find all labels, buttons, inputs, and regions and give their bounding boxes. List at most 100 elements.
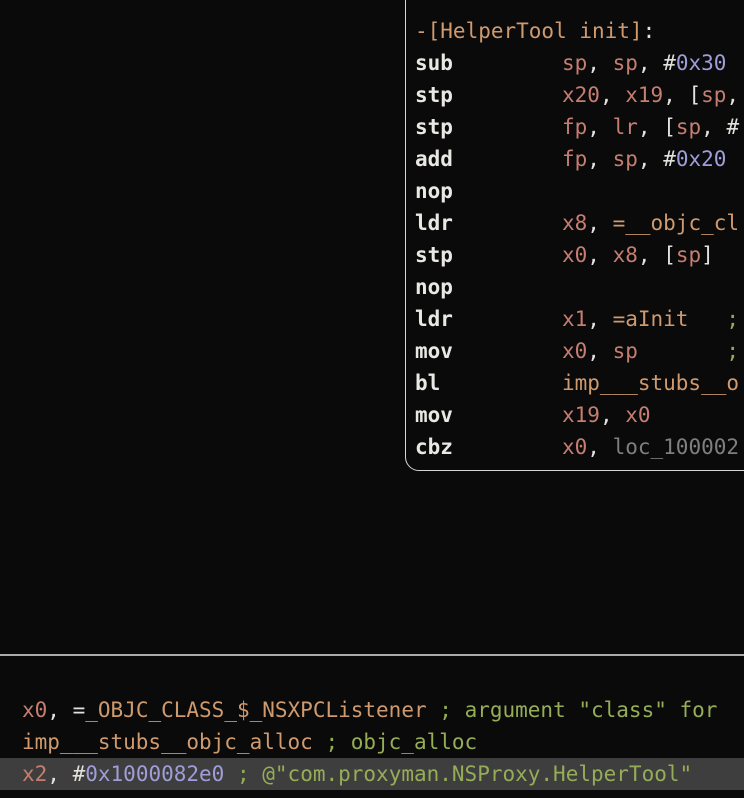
mnemonic: add xyxy=(415,143,562,175)
mnemonic: nop xyxy=(415,271,562,303)
token-pun: , xyxy=(587,435,612,459)
token-reg: x2 xyxy=(22,762,47,786)
token-reg: sp xyxy=(613,339,638,363)
asm-line[interactable]: blimp___stubs__o xyxy=(415,367,739,399)
token-pun: , xyxy=(701,115,726,139)
panel-code-listing: -[HelperTool init]:subsp, sp, #0x30stpx2… xyxy=(415,15,739,463)
token-sym: imp___stubs__o xyxy=(562,371,739,395)
token-sym: imp___stubs__objc_alloc xyxy=(22,730,313,754)
token-reg: lr xyxy=(613,115,638,139)
asm-line[interactable]: x0, =_OBJC_CLASS_$_NSXPCListener ; argum… xyxy=(0,694,744,726)
asm-line[interactable]: ldrx1, =aInit ; xyxy=(415,303,739,335)
asm-line[interactable]: nop xyxy=(415,271,739,303)
token-sym: _OBJC_CLASS_$_NSXPCListener xyxy=(85,698,426,722)
main-disassembly-view: x0, =_OBJC_CLASS_$_NSXPCListener ; argum… xyxy=(0,694,744,790)
asm-line[interactable]: stpx0, x8, [sp] xyxy=(415,239,739,271)
token-pun: [ xyxy=(688,83,701,107)
token-pun: , xyxy=(600,403,625,427)
token-pun: : xyxy=(643,19,656,43)
token-reg: sp xyxy=(562,51,587,75)
asm-line[interactable]: stpx20, x19, [sp, xyxy=(415,79,739,111)
token-reg: x20 xyxy=(562,83,600,107)
token-pun: # xyxy=(726,115,739,139)
token-pun: , xyxy=(638,243,663,267)
operands: x0, x8, [sp] xyxy=(562,243,714,267)
token-imm: 0x30 xyxy=(676,51,727,75)
mnemonic: ldr xyxy=(415,303,562,335)
operands: fp, lr, [sp, # xyxy=(562,115,739,139)
token-pun: , xyxy=(587,307,612,331)
token-pun xyxy=(638,339,727,363)
method-label: x0, =_OBJC_CLASS_$_NSXPCListener ; argum… xyxy=(22,698,717,722)
token-pun: ] xyxy=(701,243,714,267)
token-reg: x0 xyxy=(562,435,587,459)
asm-line-selected[interactable]: x2, #0x1000082e0 ; @"com.proxyman.NSProx… xyxy=(0,758,744,790)
token-pun: , xyxy=(47,762,72,786)
method-label: x2, #0x1000082e0 ; @"com.proxyman.NSProx… xyxy=(22,762,692,786)
token-com: ; @"com.proxyman.NSProxy.HelperTool" xyxy=(237,762,692,786)
token-reg: x0 xyxy=(562,243,587,267)
token-reg: x8 xyxy=(613,243,638,267)
asm-line[interactable]: stpfp, lr, [sp, # xyxy=(415,111,739,143)
token-loc: loc_100002 xyxy=(613,435,739,459)
token-pun: , xyxy=(47,698,72,722)
asm-line[interactable]: -[HelperTool init]: xyxy=(415,15,739,47)
mnemonic: stp xyxy=(415,79,562,111)
token-pun xyxy=(313,730,326,754)
token-reg: fp xyxy=(562,147,587,171)
asm-line[interactable]: movx0, sp ; xyxy=(415,335,739,367)
method-label: -[HelperTool init]: xyxy=(415,19,655,43)
token-reg: sp xyxy=(613,51,638,75)
token-reg: x19 xyxy=(625,83,663,107)
operands: imp___stubs__o xyxy=(562,371,739,395)
token-com: ; xyxy=(726,307,739,331)
token-pun: , xyxy=(663,83,688,107)
operands: x1, =aInit ; xyxy=(562,307,739,331)
token-imm: 0x20 xyxy=(676,147,727,171)
asm-line[interactable]: ldrx8, =__objc_cl xyxy=(415,207,739,239)
token-reg: x0 xyxy=(22,698,47,722)
asm-line[interactable]: addfp, sp, #0x20 xyxy=(415,143,739,175)
operands: x19, x0 xyxy=(562,403,651,427)
token-pun: , xyxy=(587,243,612,267)
mnemonic: ldr xyxy=(415,207,562,239)
token-reg: x1 xyxy=(562,307,587,331)
token-pun: , xyxy=(638,147,663,171)
token-pun: [ xyxy=(663,115,676,139)
token-com: ; argument "class" for xyxy=(439,698,717,722)
token-pun: , xyxy=(638,115,663,139)
token-pun: [ xyxy=(663,243,676,267)
operands: x0, loc_100002 xyxy=(562,435,739,459)
mnemonic: stp xyxy=(415,239,562,271)
token-pun: # xyxy=(663,51,676,75)
token-pun: = xyxy=(73,698,86,722)
operands: sp, sp, #0x30 xyxy=(562,51,726,75)
token-pun: , xyxy=(587,147,612,171)
token-pun: , xyxy=(587,51,612,75)
token-pun xyxy=(224,762,237,786)
asm-line[interactable]: cbzx0, loc_100002 xyxy=(415,431,739,463)
token-sym: -[HelperTool init] xyxy=(415,19,643,43)
token-com: ; objc_alloc xyxy=(325,730,477,754)
token-sym: =__objc_cl xyxy=(613,211,739,235)
token-reg: x0 xyxy=(625,403,650,427)
operands: fp, sp, #0x20 xyxy=(562,147,726,171)
asm-line[interactable]: imp___stubs__objc_alloc ; objc_alloc xyxy=(0,726,744,758)
operands: x20, x19, [sp, xyxy=(562,83,739,107)
token-pun: , xyxy=(600,83,625,107)
token-pun xyxy=(688,307,726,331)
token-pun: , xyxy=(587,339,612,363)
mnemonic: mov xyxy=(415,335,562,367)
mnemonic: sub xyxy=(415,47,562,79)
token-pun: , xyxy=(587,115,612,139)
pane-divider[interactable] xyxy=(0,654,744,656)
asm-line[interactable]: subsp, sp, #0x30 xyxy=(415,47,739,79)
token-pun: , xyxy=(587,211,612,235)
token-reg: x8 xyxy=(562,211,587,235)
token-reg: sp xyxy=(701,83,726,107)
token-sym: =aInit xyxy=(613,307,689,331)
mnemonic: stp xyxy=(415,111,562,143)
asm-line[interactable]: movx19, x0 xyxy=(415,399,739,431)
mnemonic: cbz xyxy=(415,431,562,463)
asm-line[interactable]: nop xyxy=(415,175,739,207)
